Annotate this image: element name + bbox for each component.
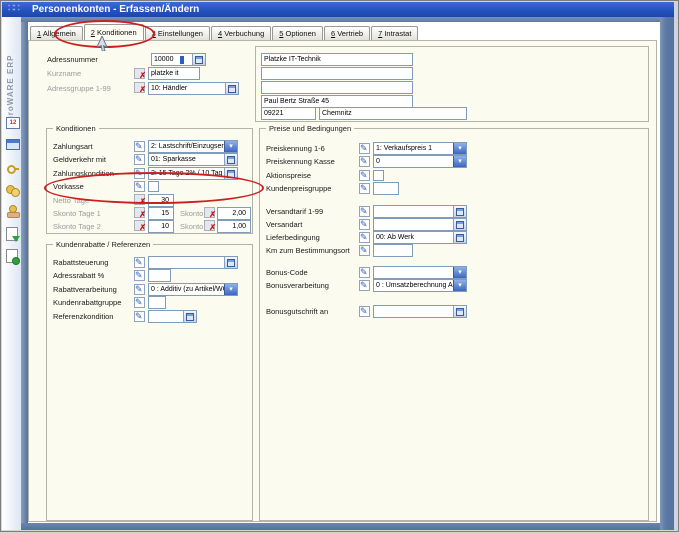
rabatte-box-title: Kundenrabatte / Referenzen xyxy=(53,240,153,249)
window-border xyxy=(0,0,679,532)
application-window: Personenkonten - Erfassen/Ändern büroWAR… xyxy=(0,0,679,533)
mouse-cursor-icon xyxy=(97,36,108,56)
konditionen-box-title: Konditionen xyxy=(53,124,99,133)
preise-box-title: Preise und Bedingungen xyxy=(266,124,354,133)
annotation-ellipse-zahlungsart xyxy=(44,172,264,204)
